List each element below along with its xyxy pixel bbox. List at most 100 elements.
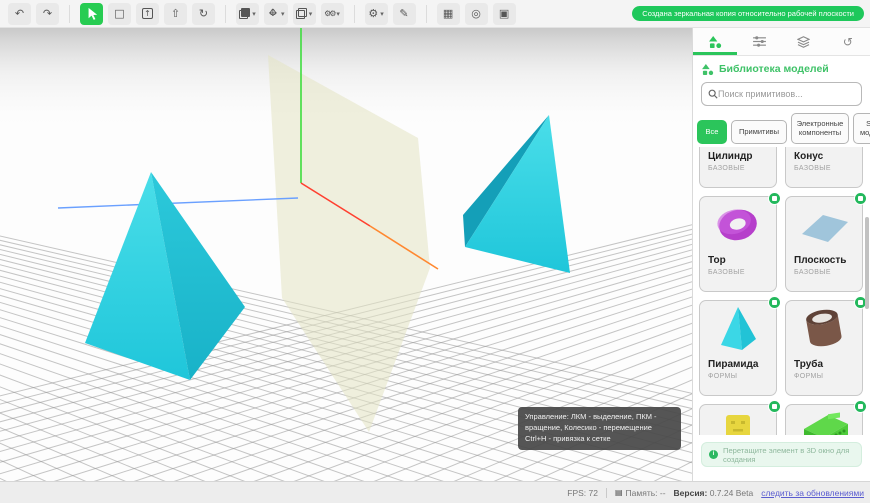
version-info: Версия: 0.7.24 Beta [674, 488, 754, 498]
chevron-down-icon: ▾ [309, 3, 313, 25]
right-sidebar: ↺ Библиотека моделей Все Примитивы Элект… [692, 28, 870, 481]
card-category: БАЗОВЫЕ [794, 165, 862, 172]
layers-icon [797, 36, 810, 48]
filter-stl-button[interactable]: STL модели [853, 113, 870, 144]
statusbar-divider [606, 488, 607, 498]
memory-status: ▤ Память: -- [615, 488, 666, 498]
controls-tooltip: Управление: ЛКМ - выделение, ПКМ - враще… [518, 407, 681, 450]
card-badge [854, 192, 867, 205]
duplicate-menu-button[interactable]: ▾ [293, 3, 316, 25]
cone-thumbnail [786, 147, 862, 149]
chevron-down-icon: ▾ [380, 3, 384, 25]
move-menu-button[interactable]: ↔↕ ▾ [264, 3, 288, 25]
place-on-plane-button[interactable]: ↑ [136, 3, 159, 25]
card-badge [768, 192, 781, 205]
search-box [701, 82, 862, 106]
card-cone[interactable]: Конус БАЗОВЫЕ [785, 147, 863, 188]
pyramid-right-mirrored[interactable] [463, 115, 570, 273]
tab-properties[interactable] [737, 28, 781, 55]
focus-origin-button[interactable]: ◎ [465, 3, 488, 25]
grid-icon: ▦ [443, 3, 453, 25]
target-icon: ◎ [471, 3, 481, 25]
card-title: Конус [794, 151, 862, 162]
undo-button[interactable]: ↶ [8, 3, 31, 25]
tooltip-line-2: Ctrl+H - привязка к сетке [525, 434, 611, 443]
measure-tool-button[interactable]: ✎ [393, 3, 416, 25]
box-select-icon: □ [114, 3, 124, 25]
library-header: Библиотека моделей [702, 63, 870, 75]
card-badge [854, 400, 867, 413]
status-bar: FPS: 72 ▤ Память: -- Версия: 0.7.24 Beta… [0, 481, 870, 503]
tab-model-library[interactable] [693, 28, 737, 55]
refresh-icon: ↻ [199, 3, 208, 25]
frame-icon: ▣ [499, 3, 509, 25]
drag-hint: i Перетащите элемент в 3D окно для созда… [701, 442, 862, 467]
search-input[interactable] [718, 89, 855, 99]
top-toolbar: ↶ ↷ □ ↑ ⇧ ↻ ▾ ↔↕ ▾ ▾ ⚙⚙▾ ⚙▾ ✎ ▦ ◎ ▣ Созд… [0, 0, 870, 28]
green-module-thumbnail [786, 405, 862, 435]
frame-view-button[interactable]: ▣ [493, 3, 516, 25]
cursor-icon [86, 7, 98, 20]
card-title: Пирамида [708, 359, 776, 370]
copy-icon [239, 8, 250, 19]
toolbar-divider [69, 5, 70, 23]
model-cards-grid: Цилиндр БАЗОВЫЕ Конус БАЗОВЫЕ [693, 147, 870, 435]
card-title: Труба [794, 359, 862, 370]
cards-scrollbar[interactable] [865, 217, 869, 309]
undo-icon: ↶ [15, 3, 24, 25]
updates-link[interactable]: следить за обновлениями [761, 488, 864, 498]
card-category: БАЗОВЫЕ [708, 269, 776, 276]
tube-thumbnail [786, 301, 862, 357]
card-yellow-figure[interactable] [699, 404, 777, 435]
select-tool-button[interactable] [80, 3, 103, 25]
filter-electronic-button[interactable]: Электронные компоненты [791, 113, 849, 144]
version-label: Версия: [674, 488, 708, 498]
card-category: БАЗОВЫЕ [794, 269, 862, 276]
chevron-down-icon: ▾ [336, 3, 340, 25]
tab-history[interactable]: ↺ [826, 28, 870, 55]
box-select-button[interactable]: □ [108, 3, 131, 25]
reset-view-button[interactable]: ↻ [192, 3, 215, 25]
grid-toggle-button[interactable]: ▦ [437, 3, 460, 25]
yellow-figure-thumbnail [700, 405, 776, 435]
viewport-3d[interactable]: Управление: ЛКМ - выделение, ПКМ - враще… [0, 28, 692, 481]
app-window: ↶ ↷ □ ↑ ⇧ ↻ ▾ ↔↕ ▾ ▾ ⚙⚙▾ ⚙▾ ✎ ▦ ◎ ▣ Созд… [0, 0, 870, 503]
card-tube[interactable]: Труба ФОРМЫ [785, 300, 863, 396]
card-cylinder[interactable]: Цилиндр БАЗОВЫЕ [699, 147, 777, 188]
drag-hint-text: Перетащите элемент в 3D окно для создани… [723, 446, 854, 464]
chevron-down-icon: ▾ [252, 3, 256, 25]
gear-icon: ⚙ [368, 3, 378, 25]
tab-layers[interactable] [782, 28, 826, 55]
card-plane[interactable]: Плоскость БАЗОВЫЕ [785, 196, 863, 292]
card-title: Цилиндр [708, 151, 776, 162]
filter-primitives-button[interactable]: Примитивы [731, 120, 787, 144]
card-green-module[interactable] [785, 404, 863, 435]
search-icon [708, 89, 718, 99]
operations-menu-button[interactable]: ⚙⚙▾ [321, 3, 344, 25]
pyramid-thumbnail [700, 301, 776, 357]
tooltip-line-1: Управление: ЛКМ - выделение, ПКМ - враще… [525, 412, 657, 432]
chevron-down-icon: ▾ [281, 3, 285, 25]
settings-menu-button[interactable]: ⚙▾ [365, 3, 388, 25]
card-category: ФОРМЫ [708, 373, 776, 380]
lift-object-button[interactable]: ⇧ [164, 3, 187, 25]
card-pyramid[interactable]: Пирамида ФОРМЫ [699, 300, 777, 396]
sliders-icon [753, 36, 766, 47]
card-torus[interactable]: Тор БАЗОВЫЕ [699, 196, 777, 292]
toolbar-divider [225, 5, 226, 23]
card-badge [768, 400, 781, 413]
cylinder-thumbnail [700, 147, 776, 149]
copy-menu-button[interactable]: ▾ [236, 3, 259, 25]
shapes-icon [709, 36, 722, 48]
filter-all-button[interactable]: Все [697, 120, 727, 144]
model-cards-scroll-area: Цилиндр БАЗОВЫЕ Конус БАЗОВЫЕ [693, 147, 870, 435]
fps-counter: FPS: 72 [567, 488, 598, 498]
info-icon: i [709, 450, 718, 459]
shapes-icon [702, 64, 714, 75]
redo-button[interactable]: ↷ [36, 3, 59, 25]
card-category: ФОРМЫ [794, 373, 862, 380]
move-icon: ↔↕ [267, 8, 279, 20]
redo-icon: ↷ [43, 3, 52, 25]
pencil-icon: ✎ [399, 3, 408, 25]
notification-toast: Создана зеркальная копия относительно ра… [632, 6, 864, 21]
